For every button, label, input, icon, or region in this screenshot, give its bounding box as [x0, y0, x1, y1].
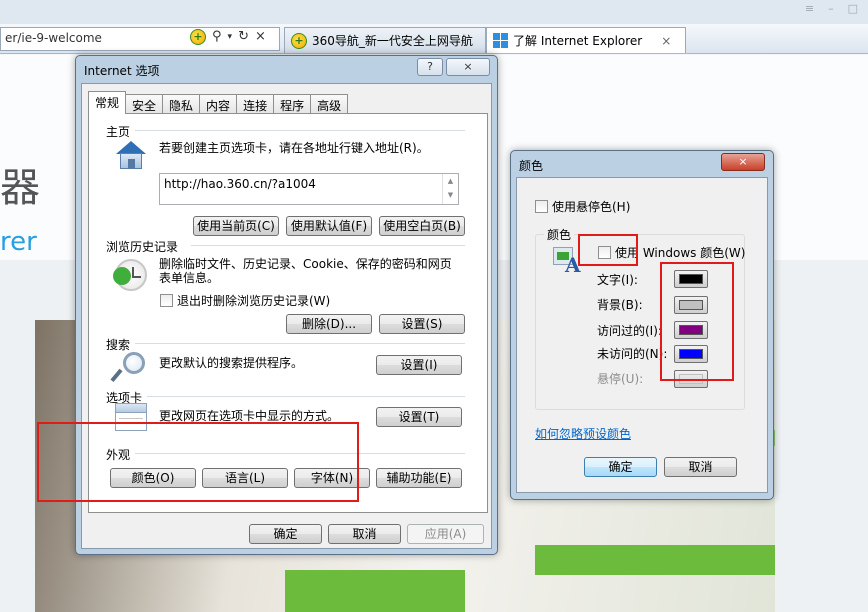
colors-cancel-button[interactable]: 取消: [664, 457, 737, 477]
annotation-box-appearance: [37, 422, 359, 502]
search-magnifier-icon: [110, 352, 147, 386]
history-section-label: 浏览历史记录: [106, 240, 179, 254]
background-color-label: 背景(B):: [597, 298, 643, 312]
dialog-title: Internet 选项: [84, 64, 160, 78]
address-icons: + ⚲ ▾ ↻ ×: [190, 29, 266, 45]
delete-history-button[interactable]: 删除(D)...: [286, 314, 372, 334]
home-url-field[interactable]: http://hao.360.cn/?a1004 ▲ ▼: [159, 173, 459, 205]
ignore-preset-colors-link[interactable]: 如何忽略预设颜色: [535, 425, 631, 442]
search-settings-button[interactable]: 设置(I): [376, 355, 462, 375]
tab-programs[interactable]: 程序: [273, 94, 312, 114]
browser-title-bar: ≡ – □: [0, 0, 868, 24]
use-default-button[interactable]: 使用默认值(F): [286, 216, 372, 236]
address-text: er/ie-9-welcome: [5, 31, 102, 45]
window-controls: ≡ – □: [801, 0, 862, 17]
history-clock-icon: [113, 259, 147, 291]
colors-ok-button[interactable]: 确定: [584, 457, 657, 477]
windows-logo-icon: [493, 33, 508, 48]
unvisited-color-label: 未访问的(N):: [597, 347, 668, 361]
apply-button[interactable]: 应用(A): [407, 524, 484, 544]
home-url-scrollbar[interactable]: ▲ ▼: [442, 174, 458, 204]
delete-on-exit-label: 退出时删除浏览历史记录(W): [177, 294, 331, 308]
home-section-label: 主页: [106, 125, 131, 139]
hover-color-row-label: 悬停(U):: [597, 372, 644, 386]
tab-360-nav[interactable]: + 360导航_新一代安全上网导航: [284, 27, 486, 53]
annotation-box-windows-colors: [578, 234, 638, 266]
360-safe-icon[interactable]: +: [190, 29, 206, 45]
color-settings-icon: A: [553, 247, 581, 277]
tab-label: 了解 Internet Explorer: [513, 34, 643, 48]
annotation-box-color-swatches: [660, 262, 734, 381]
ok-button[interactable]: 确定: [249, 524, 322, 544]
colors-group-label: 颜色: [544, 228, 575, 242]
house-icon: [115, 141, 147, 171]
visited-color-label: 访问过的(I):: [597, 324, 662, 338]
tab-security[interactable]: 安全: [125, 94, 164, 114]
cancel-button[interactable]: 取消: [328, 524, 401, 544]
maximize-icon[interactable]: □: [844, 0, 862, 17]
tab-close-icon[interactable]: ×: [661, 34, 671, 48]
tab-label: 360导航_新一代安全上网导航: [312, 34, 473, 48]
history-settings-button[interactable]: 设置(S): [379, 314, 465, 334]
home-url-text: http://hao.360.cn/?a1004: [164, 177, 316, 191]
dropdown-icon[interactable]: ▾: [228, 29, 233, 45]
search-description: 更改默认的搜索提供程序。: [159, 356, 304, 370]
tabs-settings-button[interactable]: 设置(T): [376, 407, 462, 427]
tab-privacy[interactable]: 隐私: [162, 94, 201, 114]
colors-dialog: 颜色 × 使用悬停色(H) 颜色 A 使用 Windows 颜色(W) 文字(I…: [510, 150, 774, 500]
hover-color-label: 使用悬停色(H): [552, 200, 631, 214]
tabs-description: 更改网页在选项卡中显示的方式。: [159, 409, 340, 423]
use-current-button[interactable]: 使用当前页(C): [193, 216, 279, 236]
browser-nav-bar: er/ie-9-welcome + ⚲ ▾ ↻ × + 360导航_新一代安全上…: [0, 24, 868, 54]
tab-ie-welcome[interactable]: 了解 Internet Explorer ×: [486, 27, 686, 53]
page-title-fragment: 器: [0, 165, 40, 211]
tab-content[interactable]: 内容: [199, 94, 238, 114]
refresh-icon[interactable]: ↻: [238, 29, 249, 45]
search-icon[interactable]: ⚲: [212, 29, 222, 45]
options-tabs: 常规 安全 隐私 内容 连接 程序 高级: [88, 91, 349, 114]
page-subtitle-fragment: rer: [0, 227, 37, 257]
accessibility-button[interactable]: 辅助功能(E): [376, 468, 462, 488]
close-button[interactable]: ×: [446, 58, 490, 76]
history-description: 删除临时文件、历史记录、Cookie、保存的密码和网页表单信息。: [159, 257, 452, 285]
stop-icon[interactable]: ×: [255, 29, 266, 45]
text-color-label: 文字(I):: [597, 273, 638, 287]
help-button[interactable]: ?: [417, 58, 443, 76]
tab-advanced[interactable]: 高级: [310, 94, 349, 114]
hover-color-checkbox[interactable]: [535, 200, 548, 213]
delete-on-exit-checkbox[interactable]: [160, 294, 173, 307]
search-section-label: 搜索: [106, 338, 131, 352]
colors-dialog-title: 颜色: [519, 159, 544, 173]
window-menu-icon[interactable]: ≡: [801, 0, 818, 17]
tab-connections[interactable]: 连接: [236, 94, 275, 114]
minimize-icon[interactable]: –: [824, 0, 838, 17]
colors-close-button[interactable]: ×: [721, 153, 765, 171]
tab-general[interactable]: 常规: [88, 91, 127, 114]
home-description: 若要创建主页选项卡，请在各地址行键入地址(R)。: [159, 141, 429, 155]
360-tab-icon: +: [291, 32, 307, 49]
use-blank-button[interactable]: 使用空白页(B): [379, 216, 465, 236]
